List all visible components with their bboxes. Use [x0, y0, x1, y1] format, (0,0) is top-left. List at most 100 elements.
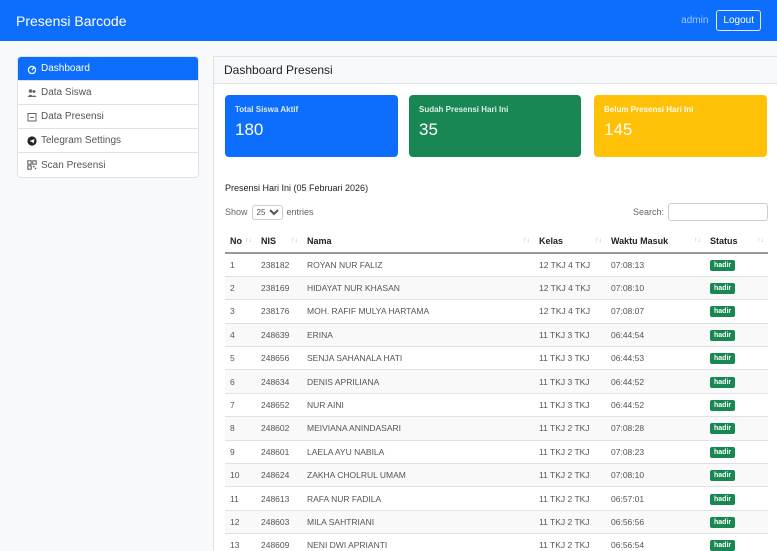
cell-no: 9: [225, 440, 256, 465]
status-badge: hadir: [710, 376, 736, 388]
table-row: 7 248652 Nur Aini 11 TKJ 3 TKJ 06:44:52 hadir: [225, 393, 768, 418]
card-value: 35: [419, 120, 438, 139]
cell-kelas: 11 TKJ 3 TKJ: [534, 393, 606, 418]
status-badge: hadir: [710, 400, 736, 412]
cell-waktu-masuk: 06:44:54: [606, 323, 705, 348]
status-badge: hadir: [710, 283, 736, 295]
status-badge: hadir: [710, 259, 736, 271]
cell-nis: 248601: [256, 440, 302, 465]
cell-nama: Meiviana Anindasari: [302, 416, 534, 441]
sidebar-item-data-siswa[interactable]: Data Siswa: [18, 81, 198, 105]
cell-nama: Laela Ayu Nabila: [302, 440, 534, 465]
sidebar: Dashboard Data Siswa Data Presensi Teleg…: [17, 56, 199, 178]
cell-waktu-masuk: 07:08:23: [606, 440, 705, 465]
cell-waktu-masuk: 07:08:07: [606, 299, 705, 324]
cell-no: 7: [225, 393, 256, 418]
table-row: 1 238182 Royan Nur Faliz 12 TKJ 4 TKJ 07:08:…: [225, 253, 768, 277]
table-body: 1 238182 Royan Nur Faliz 12 TKJ 4 TKJ 07:08:…: [225, 253, 768, 551]
cell-nama: Nur Aini: [302, 393, 534, 418]
cell-status: hadir: [705, 416, 768, 441]
cell-status: hadir: [705, 369, 768, 394]
page-title: Dashboard Presensi: [214, 57, 777, 84]
card-label: Belum Presensi Hari Ini: [604, 105, 694, 114]
cell-no: 6: [225, 369, 256, 394]
sidebar-item-dashboard[interactable]: Dashboard: [18, 57, 198, 81]
cell-status: hadir: [705, 533, 768, 551]
table-row: 10 248624 Zakha Cholrul Umam 11 TKJ 2 TKJ 07…: [225, 463, 768, 488]
cell-status: hadir: [705, 346, 768, 371]
table-row: 2 238169 Hidayat Nur Khasan 12 TKJ 4 TKJ 07:…: [225, 276, 768, 301]
cell-waktu-masuk: 06:56:56: [606, 510, 705, 535]
sidebar-item-telegram-settings[interactable]: Telegram Settings: [18, 129, 198, 153]
cell-status: hadir: [705, 463, 768, 488]
cell-kelas: 11 TKJ 2 TKJ: [534, 463, 606, 488]
cell-status: hadir: [705, 440, 768, 465]
status-badge: hadir: [710, 493, 736, 505]
cell-nis: 248613: [256, 486, 302, 511]
qrcode-icon: [26, 160, 38, 170]
cell-waktu-masuk: 06:57:01: [606, 486, 705, 511]
calendar-icon: [26, 112, 38, 122]
cell-nama: Rafa Nur Fadila: [302, 486, 534, 511]
sidebar-item-scan-presensi[interactable]: Scan Presensi: [18, 153, 198, 177]
cell-nama: Royan Nur Faliz: [302, 253, 534, 277]
cell-no: 5: [225, 346, 256, 371]
presensi-table: No ↑↓ NIS ↑↓ Nama ↑↓ Kelas ↑↓ Waktu Masuk ↑↓ …: [225, 229, 768, 551]
table-row: 8 248602 Meiviana Anindasari 11 TKJ 2 TKJ 07…: [225, 416, 768, 441]
brand-title[interactable]: Presensi Barcode: [16, 13, 127, 29]
dashboard-icon: [26, 64, 38, 74]
sort-icon: ↑↓: [757, 237, 764, 244]
users-icon: [26, 88, 38, 98]
cell-nama: Moh. Rafif Mulya Hartama: [302, 299, 534, 324]
search-input[interactable]: [668, 203, 768, 221]
cell-kelas: 11 TKJ 3 TKJ: [534, 369, 606, 394]
cell-no: 12: [225, 510, 256, 535]
table-row: 6 248634 Denis Apriliana 11 TKJ 3 TKJ 06:44:…: [225, 369, 768, 394]
table-row: 13 248609 Neni Dwi Aprianti 11 TKJ 2 TKJ 06:…: [225, 533, 768, 551]
column-header-kelas[interactable]: Kelas ↑↓: [534, 229, 606, 254]
cell-nis: 248602: [256, 416, 302, 441]
status-badge: hadir: [710, 329, 736, 341]
column-header-nis[interactable]: NIS ↑↓: [256, 229, 302, 254]
column-header-waktu-masuk[interactable]: Waktu Masuk ↑↓: [606, 229, 705, 254]
cell-kelas: 11 TKJ 2 TKJ: [534, 486, 606, 511]
cell-nis: 238176: [256, 299, 302, 324]
cell-nis: 238182: [256, 253, 302, 277]
table-row: 3 238176 Moh. Rafif Mulya Hartama 12 TKJ 4 …: [225, 299, 768, 324]
status-badge: hadir: [710, 516, 736, 528]
cell-kelas: 11 TKJ 2 TKJ: [534, 510, 606, 535]
table-subheading: Presensi Hari Ini (05 Februari 2026): [225, 183, 369, 193]
cell-nama: Neni Dwi Aprianti: [302, 533, 534, 551]
column-header-nama[interactable]: Nama ↑↓: [302, 229, 534, 254]
table-header-row: No ↑↓ NIS ↑↓ Nama ↑↓ Kelas ↑↓ Waktu Masuk ↑↓ …: [225, 229, 768, 254]
cell-status: hadir: [705, 393, 768, 418]
cell-kelas: 12 TKJ 4 TKJ: [534, 253, 606, 277]
column-header-label: Nama: [307, 235, 332, 246]
cell-nama: Zakha Cholrul Umam: [302, 463, 534, 488]
column-header-no[interactable]: No ↑↓: [225, 229, 256, 254]
table-row: 11 248613 Rafa Nur Fadila 11 TKJ 2 TKJ 06:57…: [225, 486, 768, 511]
cell-kelas: 11 TKJ 3 TKJ: [534, 323, 606, 348]
cell-waktu-masuk: 07:08:10: [606, 463, 705, 488]
cell-no: 3: [225, 299, 256, 324]
sidebar-item-label: Dashboard: [41, 63, 90, 74]
card-label: Total Siswa Aktif: [235, 105, 299, 114]
table-row: 9 248601 Laela Ayu Nabila 11 TKJ 2 TKJ 07:08…: [225, 440, 768, 465]
status-badge: hadir: [710, 446, 736, 458]
cell-nama: Erina: [302, 323, 534, 348]
table-row: 4 248639 Erina 11 TKJ 3 TKJ 06:44:54 hadir: [225, 323, 768, 348]
entries-select[interactable]: 25: [251, 204, 283, 220]
sidebar-item-data-presensi[interactable]: Data Presensi: [18, 105, 198, 129]
sort-icon: ↑↓: [694, 237, 701, 244]
sidebar-item-label: Scan Presensi: [41, 159, 106, 171]
logout-button[interactable]: Logout: [716, 10, 761, 31]
cell-kelas: 12 TKJ 4 TKJ: [534, 276, 606, 301]
entries-label: entries: [286, 207, 314, 217]
cell-waktu-masuk: 06:44:52: [606, 393, 705, 418]
column-header-label: No: [230, 235, 242, 246]
status-badge: hadir: [710, 470, 736, 482]
cell-waktu-masuk: 07:08:13: [606, 253, 705, 277]
column-header-status[interactable]: Status ↑↓: [705, 229, 768, 254]
cell-waktu-masuk: 06:56:54: [606, 533, 705, 551]
table-controls: Show 25 entries Search:: [225, 202, 768, 222]
